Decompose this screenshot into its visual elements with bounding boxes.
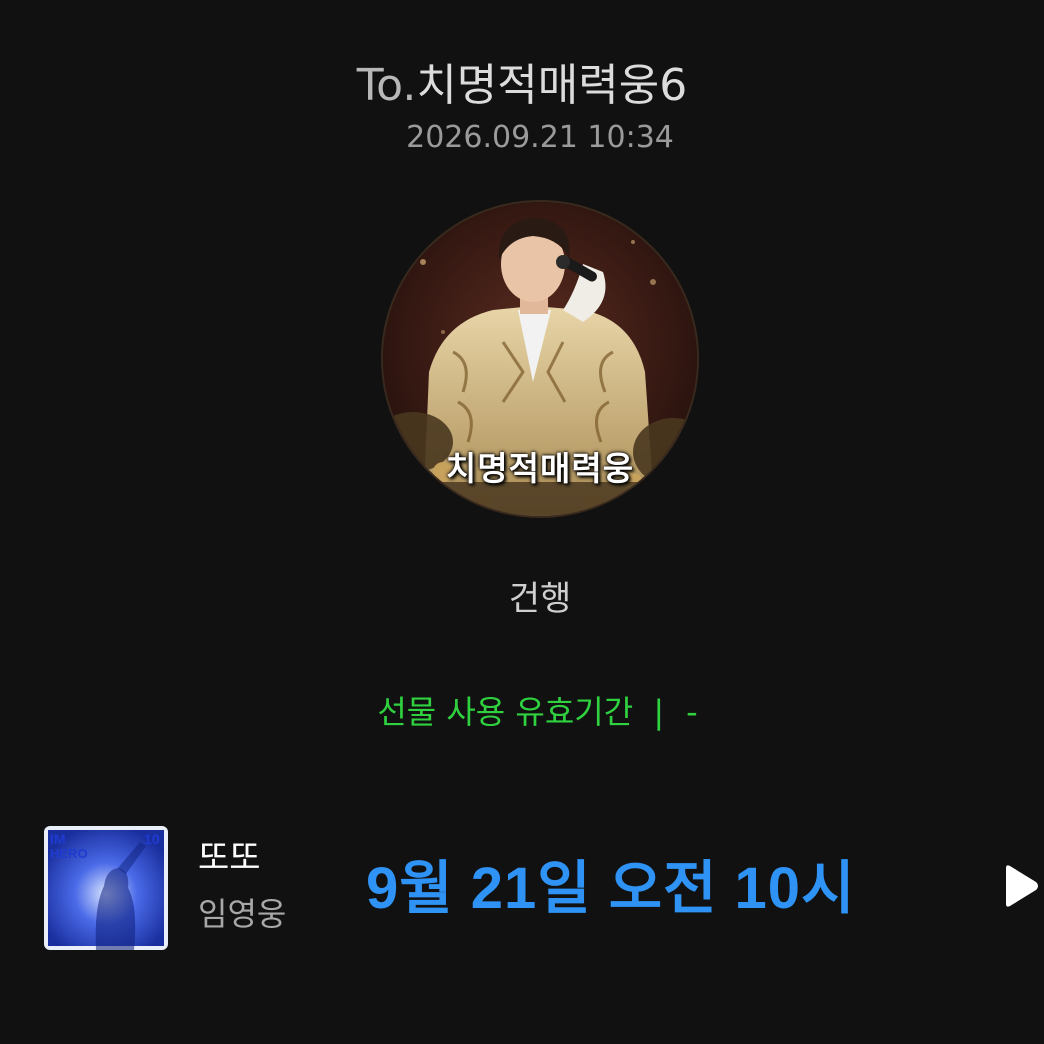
recipient-prefix: To. (356, 60, 417, 111)
song-title: 또또 (198, 838, 261, 878)
schedule-note: 9월 21일 오전 10시 (366, 856, 856, 921)
recipient-name: 치명적매력웅6 (416, 60, 688, 111)
profile-image: 치명적매력웅 (381, 200, 699, 518)
album-title-left: IM (50, 831, 66, 847)
validity-separator: | (653, 693, 665, 731)
validity-label: 선물 사용 유효기간 (377, 693, 634, 731)
album-title-left-2: HERO (50, 846, 88, 861)
album-title-right: 10 (144, 831, 160, 847)
song-artist: 임영웅 (198, 895, 287, 933)
profile-caption: 치명적매력웅 (445, 449, 635, 488)
album-art: IM HERO 10 (44, 826, 168, 950)
sent-timestamp: 2026.09.21 10:34 (406, 120, 674, 155)
song-item[interactable]: IM HERO 10 또또 임영웅 9월 21일 오전 10시 (0, 824, 1044, 952)
recipient-title: To.치명적매력웅6 (0, 56, 1044, 116)
gift-validity: 선물 사용 유효기간 | - (0, 690, 1044, 734)
play-icon[interactable] (996, 862, 1044, 910)
sender-name: 건행 (508, 579, 572, 619)
play-button[interactable] (996, 862, 1044, 910)
validity-value: - (686, 693, 698, 731)
